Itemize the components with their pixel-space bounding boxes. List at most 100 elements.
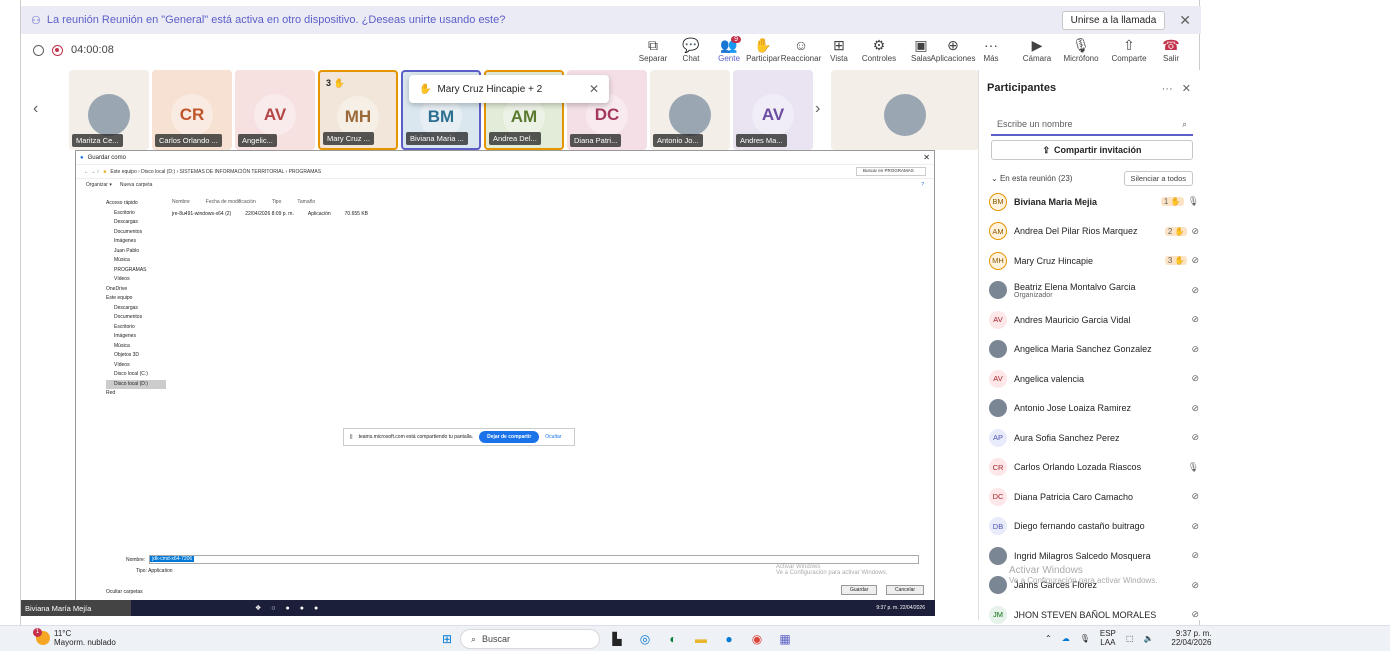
video-tile[interactable]: Antonio Jo...	[650, 70, 730, 150]
nav-tree-item[interactable]: Música	[106, 342, 166, 352]
nav-tree-item[interactable]: Música	[106, 256, 166, 266]
save-button[interactable]: Guardar	[841, 585, 878, 595]
column-header[interactable]: Tipo	[272, 199, 282, 205]
panel-controls[interactable]: ··· ✕	[1162, 82, 1191, 95]
weather-widget[interactable]: 1 11°C Mayorm. nublado	[33, 628, 116, 647]
nav-tree-item[interactable]: Disco local (C:)	[106, 370, 166, 380]
task-view-icon[interactable]: ▙	[606, 629, 628, 649]
participant-row[interactable]: DC Diana Patricia Caro Camacho ⊘	[989, 482, 1199, 512]
onedrive-icon[interactable]: ☁	[1062, 634, 1070, 643]
participant-row[interactable]: AP Aura Sofia Sanchez Perez ⊘	[989, 423, 1199, 453]
organize-button[interactable]: Organizar ▾	[86, 182, 112, 188]
nav-tree-item[interactable]: Acceso rápido	[106, 199, 166, 209]
mic-muted-icon[interactable]: ⊘	[1191, 255, 1199, 266]
path-text[interactable]: Este equipo › Disco local (D:) › SISTEMA…	[110, 169, 321, 175]
nav-tree-item[interactable]: Imágenes	[106, 332, 166, 342]
nav-tree-item[interactable]: Este equipo	[106, 294, 166, 304]
nav-tree-item[interactable]: Disco local (D:)	[106, 379, 166, 389]
edge-icon[interactable]: ◐	[662, 629, 684, 649]
nav-tree-item[interactable]: Documentos	[106, 228, 166, 238]
toolbar-reaccionar-button[interactable]: ☺ Reaccionar	[781, 36, 821, 63]
toolbar-participar-button[interactable]: ✋ Participar	[743, 36, 783, 63]
volume-icon[interactable]: 🔈	[1143, 634, 1153, 643]
mic-muted-icon[interactable]: ⊘	[1191, 491, 1199, 502]
hide-button[interactable]: Ocultar	[545, 434, 561, 440]
hide-folders-toggle[interactable]: Ocultar carpetas	[106, 589, 143, 595]
toolbar-aplicaciones-button[interactable]: ⊕ Aplicaciones	[931, 36, 976, 63]
toolbar-controles-button[interactable]: ⚙ Controles	[859, 36, 899, 63]
mic-muted-icon[interactable]: ⊘	[1191, 550, 1199, 561]
toolbar-chat-button[interactable]: 💬 Chat	[671, 36, 711, 63]
chrome-icon[interactable]: ◉	[746, 629, 768, 649]
participant-row[interactable]: BM Biviana Maria Mejia 1 ✋ 🎙	[989, 187, 1199, 217]
mic-muted-icon[interactable]: ⊘	[1191, 373, 1199, 384]
participant-row[interactable]: Angelica Maria Sanchez Gonzalez ⊘	[989, 335, 1199, 365]
new-folder-button[interactable]: Nueva carpeta	[120, 182, 153, 188]
file-explorer-icon[interactable]: ▬	[690, 629, 712, 649]
nav-tree-item[interactable]: Vídeos	[106, 275, 166, 285]
stop-sharing-button[interactable]: Dejar de compartir	[479, 431, 540, 443]
nav-tree-item[interactable]: Escritorio	[106, 323, 166, 333]
nav-tree-item[interactable]: Descargas	[106, 218, 166, 228]
participant-row[interactable]: AM Andrea Del Pilar Rios Marquez 2 ✋ ⊘	[989, 217, 1199, 247]
video-tile[interactable]: CR Carlos Orlando ...	[152, 70, 232, 150]
video-tile[interactable]	[831, 70, 979, 150]
mic-muted-icon[interactable]: ⊘	[1191, 285, 1199, 296]
mic-muted-icon[interactable]: ⊘	[1191, 344, 1199, 355]
mic-muted-icon[interactable]: ⊘	[1191, 432, 1199, 443]
nav-tree-item[interactable]: Descargas	[106, 304, 166, 314]
mic-muted-icon[interactable]: ⊘	[1191, 521, 1199, 532]
participant-row[interactable]: AV Andres Mauricio Garcia Vidal ⊘	[989, 305, 1199, 335]
close-icon[interactable]: ✕	[923, 153, 930, 162]
folder-search-input[interactable]: Buscar en PROGRAMAS	[856, 167, 926, 176]
help-icon[interactable]: ?	[921, 182, 924, 188]
column-header[interactable]: Tamaño	[297, 199, 315, 205]
participant-row[interactable]: DB Diego fernando castaño buitrago ⊘	[989, 512, 1199, 542]
participant-row[interactable]: Antonio Jose Loaiza Ramirez ⊘	[989, 394, 1199, 424]
teams-icon[interactable]: ▦	[774, 629, 796, 649]
mic-icon[interactable]: 🎙	[1188, 462, 1199, 473]
nav-tree-item[interactable]: PROGRAMAS	[106, 266, 166, 276]
video-tile[interactable]: AV Angelic...	[235, 70, 315, 150]
in-meeting-header[interactable]: ⌄ En esta reunión (23) Silenciar a todos	[991, 170, 1193, 186]
filetype-value[interactable]: Application	[148, 568, 172, 574]
nav-tree-item[interactable]: OneDrive	[106, 285, 166, 295]
system-clock[interactable]: 9:37 p. m. 22/04/2026	[1171, 629, 1211, 647]
close-icon[interactable]: ✕	[589, 82, 599, 96]
nav-tree-item[interactable]: Imágenes	[106, 237, 166, 247]
file-row[interactable]: jre-8u491-windows-x64 (2) 22/04/2026 8:0…	[172, 211, 368, 217]
mic-muted-icon[interactable]: 🎙	[1080, 634, 1090, 643]
mic-icon[interactable]: 🎙	[1188, 196, 1199, 207]
column-header[interactable]: Nombre	[172, 199, 190, 205]
video-tile[interactable]: AV Andres Ma...	[733, 70, 813, 150]
close-icon[interactable]: ✕	[1179, 12, 1191, 29]
toolbar-micr-fono-button[interactable]: 🎙 Micrófono	[1061, 36, 1101, 63]
cancel-button[interactable]: Cancelar	[886, 585, 925, 595]
participant-search-input[interactable]: Escribe un nombre ⌕	[991, 114, 1193, 136]
chevron-right-icon[interactable]: ›	[815, 100, 820, 118]
mic-muted-icon[interactable]: ⊘	[1191, 314, 1199, 325]
toolbar-vista-button[interactable]: ⊞ Vista	[819, 36, 859, 63]
join-call-button[interactable]: Unirse a la llamada	[1061, 10, 1166, 30]
taskbar-search[interactable]: ⌕ Buscar	[460, 629, 600, 649]
mic-muted-icon[interactable]: ⊘	[1191, 580, 1199, 591]
mic-muted-icon[interactable]: ⊘	[1191, 226, 1199, 237]
participant-row[interactable]: MH Mary Cruz Hincapie 3 ✋ ⊘	[989, 246, 1199, 276]
mic-muted-icon[interactable]: ⊘	[1191, 609, 1199, 620]
nav-tree-item[interactable]: Juan Pablo	[106, 247, 166, 257]
share-invite-button[interactable]: ⇪ Compartir invitación	[991, 140, 1193, 160]
toolbar-comparte-button[interactable]: ⇧ Comparte	[1109, 36, 1149, 63]
app-icon[interactable]: ◎	[634, 629, 656, 649]
video-tile[interactable]: Maritza Ce...	[69, 70, 149, 150]
nav-tree-item[interactable]: Escritorio	[106, 209, 166, 219]
toolbar-separar-button[interactable]: ⧉ Separar	[633, 36, 673, 63]
participant-row[interactable]: CR Carlos Orlando Lozada Riascos 🎙	[989, 453, 1199, 483]
chevron-left-icon[interactable]: ‹	[33, 100, 38, 118]
video-tile[interactable]: MH 3 ✋ Mary Cruz ...	[318, 70, 398, 150]
toolbar-c-mara-button[interactable]: ▶ Cámara	[1017, 36, 1057, 63]
nav-tree-item[interactable]: Documentos	[106, 313, 166, 323]
toolbar-salir-button[interactable]: ☎ Salir	[1151, 36, 1191, 63]
nav-tree-item[interactable]: Objetos 3D	[106, 351, 166, 361]
nav-tree-item[interactable]: Vídeos	[106, 361, 166, 371]
mute-all-button[interactable]: Silenciar a todos	[1123, 170, 1193, 186]
